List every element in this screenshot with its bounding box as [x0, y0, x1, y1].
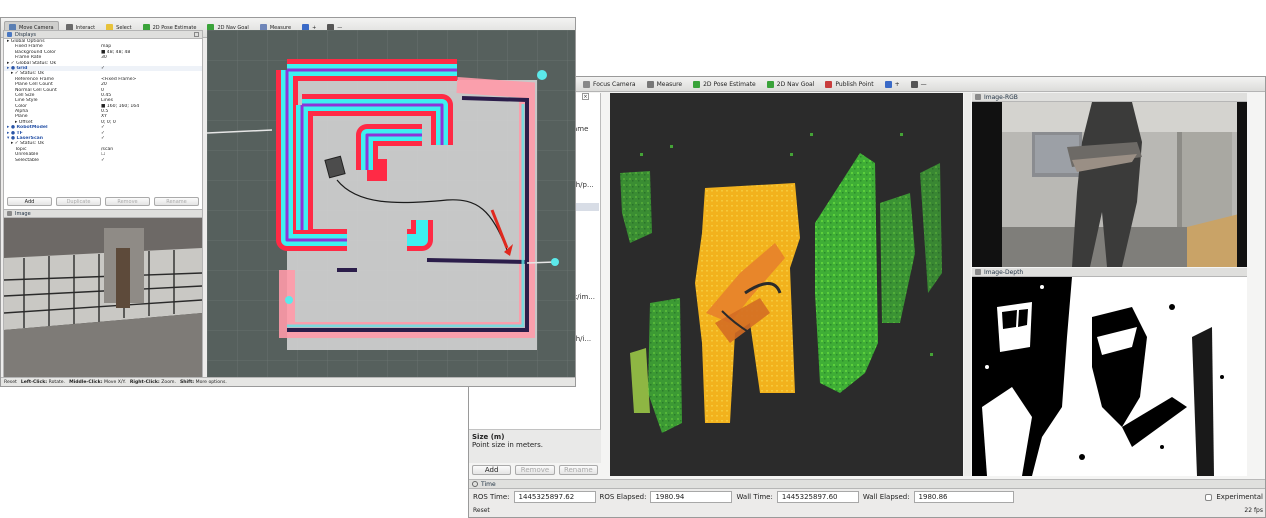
- map-3d-view[interactable]: [207, 30, 575, 378]
- hint-text: Move X/Y.: [104, 379, 126, 385]
- close-icon[interactable]: [194, 32, 199, 37]
- focus-camera-icon: [583, 80, 590, 88]
- tool-label: Publish Point: [835, 80, 874, 88]
- remove-tool-icon: [910, 80, 918, 88]
- pose-arrow-icon: [693, 80, 701, 88]
- ros-time-field[interactable]: 1445325897.62: [513, 491, 596, 503]
- hint-text: Zoom.: [161, 379, 176, 385]
- add-display-button[interactable]: Add: [472, 465, 512, 475]
- right-tool-0[interactable]: Focus Camera: [579, 79, 640, 90]
- tool-label: —: [920, 80, 927, 88]
- tool-label: 2D Pose Estimate: [703, 80, 756, 88]
- rgb-camera-image: [972, 102, 1247, 267]
- hint-key: Right-Click:: [129, 379, 160, 385]
- display-property-row[interactable]: Selectable ✓: [4, 158, 202, 163]
- ros-time-label: ROS Time:: [473, 493, 510, 501]
- remove-display-button[interactable]: Remove: [515, 465, 555, 475]
- image-icon: [7, 211, 12, 216]
- depth-camera-image: [982, 277, 1247, 476]
- image-rgb-header: Image-RGB: [972, 93, 1247, 102]
- rviz-window-left: Move Camera Interact Select 2D Pose Estimat…: [0, 17, 576, 387]
- wall-time-label: Wall Time:: [736, 493, 773, 501]
- add-display-button[interactable]: Add: [7, 197, 52, 206]
- displays-header: Displays: [4, 31, 202, 39]
- clock-icon: [472, 481, 478, 487]
- wall-time-field[interactable]: 1445325897.60: [776, 491, 859, 503]
- image-depth-header: Image-Depth: [972, 268, 1247, 277]
- rviz-window-right: Focus Camera Measure 2D Pose Estimate 2D Na…: [468, 76, 1266, 518]
- image-rgb-title: Image-RGB: [984, 93, 1018, 101]
- image-rgb-panel: Image-RGB: [972, 93, 1247, 267]
- tool-label: Measure: [656, 80, 683, 88]
- time-header: Time: [469, 480, 1265, 489]
- duplicate-display-button[interactable]: Duplicate: [56, 197, 101, 206]
- ros-elapsed-label: ROS Elapsed:: [599, 493, 647, 501]
- property-description-panel: Size (m) Point size in meters.: [469, 429, 601, 463]
- close-icon[interactable]: ×: [582, 93, 589, 100]
- right-tool-3[interactable]: 2D Nav Goal: [763, 79, 819, 90]
- publish-point-icon: [825, 80, 833, 88]
- add-tool-icon: [884, 80, 892, 88]
- remove-display-button[interactable]: Remove: [105, 197, 150, 206]
- displays-tree: ▸ Global Options Fixed Frame map Background…: [4, 39, 202, 167]
- ros-elapsed-field[interactable]: 1980.94: [650, 491, 733, 503]
- property-description: Point size in meters.: [472, 441, 543, 449]
- image-depth-title: Image-Depth: [984, 268, 1024, 276]
- property-key: Selectable: [15, 157, 40, 163]
- image-header: Image: [4, 210, 202, 218]
- occupancy-map-render: [207, 30, 575, 378]
- tool-label: 2D Nav Goal: [776, 80, 815, 88]
- displays-buttons: Add Duplicate Remove Rename: [4, 194, 202, 209]
- image-panel: Image: [3, 209, 203, 379]
- image-icon: [975, 269, 981, 275]
- camera-image: [4, 218, 202, 378]
- hint-key: Left-Click:: [20, 379, 48, 385]
- right-statusbar: Reset 22 fps: [469, 505, 1265, 515]
- hint-key: Shift:: [179, 379, 195, 385]
- rename-display-button[interactable]: Rename: [154, 197, 199, 206]
- time-fields: ROS Time: 1445325897.62 ROS Elapsed: 198…: [469, 489, 1265, 505]
- experimental-label: Experimental: [1216, 493, 1263, 501]
- right-tool-1[interactable]: Measure: [643, 79, 687, 90]
- right-tool-5[interactable]: +: [881, 79, 904, 90]
- rename-display-button[interactable]: Rename: [558, 465, 598, 475]
- right-displays-buttons: Add Remove Rename: [469, 463, 601, 477]
- displays-title: Displays: [15, 31, 37, 38]
- image-title: Image: [15, 210, 31, 217]
- property-title: Size (m): [472, 433, 505, 441]
- right-tool-6[interactable]: —: [907, 79, 931, 90]
- image-depth-view: [972, 277, 1247, 476]
- pointcloud-render: [620, 133, 942, 433]
- displays-icon: [7, 32, 12, 37]
- wall-elapsed-field[interactable]: 1980.86: [913, 491, 1014, 503]
- right-toolbar: Focus Camera Measure 2D Pose Estimate 2D Na…: [469, 77, 1265, 92]
- pointcloud-3d-view[interactable]: [610, 93, 963, 476]
- time-title: Time: [481, 480, 496, 488]
- right-tool-2[interactable]: 2D Pose Estimate: [689, 79, 760, 90]
- reset-button[interactable]: Reset: [4, 380, 17, 385]
- image-icon: [975, 94, 981, 100]
- tool-label: Focus Camera: [593, 80, 636, 88]
- right-tool-4[interactable]: Publish Point: [821, 79, 877, 90]
- time-panel: Time ROS Time: 1445325897.62 ROS Elapsed…: [469, 479, 1265, 517]
- property-value: ✓: [101, 157, 105, 163]
- hint-text: More options.: [195, 379, 227, 385]
- image-depth-panel: Image-Depth: [972, 268, 1247, 476]
- hint-key: Middle-Click:: [69, 379, 103, 385]
- tree-label-fragment: th/p...: [573, 181, 594, 189]
- image-rgb-view: [972, 102, 1247, 267]
- wall-elapsed-label: Wall Elapsed:: [862, 493, 910, 501]
- displays-panel: Displays ▸ Global Options Fixed Frame map B…: [3, 30, 203, 210]
- tool-label: +: [894, 80, 900, 88]
- tree-label-fragment: x/im...: [573, 293, 595, 301]
- hint-text: Rotate.: [48, 379, 66, 385]
- fps-readout: 22 fps: [1244, 506, 1263, 514]
- left-statusbar: Reset Left-Click: Rotate. Middle-Click: …: [1, 377, 575, 386]
- reset-button[interactable]: Reset: [473, 507, 490, 514]
- experimental-checkbox[interactable]: [1205, 493, 1213, 501]
- splitter-handle[interactable]: [964, 93, 971, 476]
- nav-goal-icon: [766, 80, 774, 88]
- measure-icon: [646, 80, 654, 88]
